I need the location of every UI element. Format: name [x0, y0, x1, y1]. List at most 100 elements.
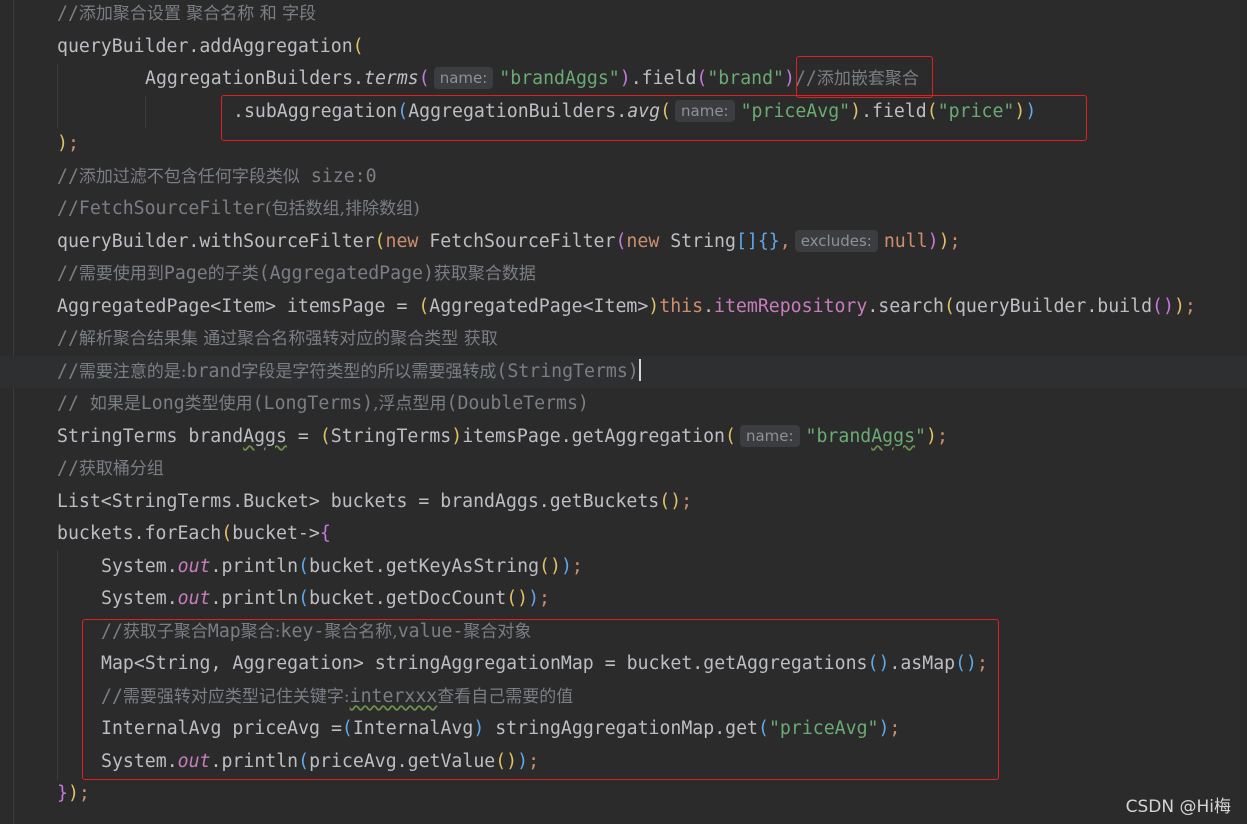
code-token: ;: [67, 133, 79, 154]
code-line[interactable]: //FetchSourceFilter(包括数组,排除数组): [0, 193, 1247, 225]
code-token: "brandAggs": [499, 68, 620, 89]
code-token: //: [57, 263, 79, 284]
code-token: Long: [140, 393, 185, 414]
code-token: 获取聚合数据: [433, 264, 536, 284]
code-token: (): [539, 555, 561, 577]
watermark: CSDN @Hi梅: [1125, 797, 1231, 817]
code-token: {: [319, 523, 331, 544]
code-line[interactable]: //需要使用到Page的子类(AggregatedPage)获取聚合数据: [0, 258, 1247, 290]
code-token: new: [626, 230, 671, 252]
code-line[interactable]: //添加聚合设置 聚合名称 和 字段: [0, 0, 1247, 30]
code-token: out: [177, 588, 211, 609]
code-token: .field: [630, 68, 697, 89]
code-token: //: [57, 328, 79, 349]
parameter-hint: excludes:: [794, 229, 878, 252]
code-line[interactable]: AggregationBuilders.terms(name: "brandAgg…: [0, 63, 1247, 95]
code-token: }: [57, 783, 68, 804]
code-token: System.: [101, 588, 178, 609]
code-line[interactable]: System.out.println(bucket.getDocCount())…: [0, 583, 1247, 615]
code-line[interactable]: // 如果是Long类型使用(LongTerms),浮点型用(DoubleTer…: [0, 388, 1247, 420]
code-token: (): [506, 588, 529, 609]
code-token: (包括数组,排除数组): [265, 199, 420, 219]
code-token: String: [670, 230, 736, 252]
code-token: 如果是: [89, 394, 141, 414]
code-token: ): [57, 133, 68, 154]
code-token: 的子类: [207, 264, 259, 284]
code-token: ;: [78, 783, 90, 804]
code-token: size:0: [299, 165, 377, 187]
code-token: ): [528, 588, 540, 609]
code-line[interactable]: AggregatedPage<Item> itemsPage = (Aggreg…: [0, 291, 1247, 323]
code-line[interactable]: StringTerms brandAggs = (StringTerms)ite…: [0, 421, 1247, 453]
code-token: (AggregatedPage): [258, 263, 434, 284]
code-token: ): [938, 230, 950, 252]
code-token: //: [57, 3, 79, 24]
code-token: ): [648, 295, 660, 317]
code-token: out: [177, 555, 211, 577]
code-token: (: [319, 425, 331, 447]
code-token: Aggs: [243, 425, 287, 447]
code-token: ): [67, 783, 79, 804]
code-line[interactable]: //获取桶分组: [0, 453, 1247, 485]
code-token: Aggs: [871, 425, 916, 447]
code-token: []{}: [735, 230, 780, 252]
code-token: null: [883, 230, 928, 252]
code-line[interactable]: });: [0, 778, 1247, 810]
code-token: itemsPage.getAggregation: [462, 425, 725, 447]
code-line[interactable]: buckets.forEach(bucket->{: [0, 518, 1247, 550]
code-line[interactable]: List<StringTerms.Bucket> buckets = brand…: [0, 486, 1247, 518]
code-token: (DoubleTerms): [446, 393, 589, 414]
code-token: //: [57, 360, 79, 382]
code-token: (: [615, 230, 627, 252]
code-token: ;: [681, 490, 693, 512]
code-token: (: [418, 295, 430, 317]
code-token: queryBuilder.build: [954, 295, 1153, 317]
code-line[interactable]: //需要注意的是:brand字段是字符类型的所以需要强转成(StringTerm…: [0, 355, 1247, 388]
parameter-hint: name:: [739, 424, 800, 447]
code-token: (StringTerms): [496, 360, 639, 382]
code-token: ): [926, 425, 937, 447]
text-caret: [638, 358, 641, 381]
code-token: (): [1152, 295, 1174, 317]
code-token: (LongTerms): [252, 393, 374, 414]
code-token: ): [1173, 295, 1185, 317]
code-token: "brand": [707, 68, 785, 89]
code-token: 添加过滤不包含任何字段类似: [78, 166, 300, 187]
code-token: 添加聚合设置 聚合名称 和 字段: [78, 4, 317, 24]
code-token: List<StringTerms.Bucket> buckets = brand…: [57, 490, 660, 512]
code-token: this: [659, 295, 704, 317]
code-token: 获取桶分组: [78, 459, 164, 479]
code-token: (: [943, 295, 955, 317]
code-token: //: [57, 458, 79, 479]
code-token: (: [696, 68, 708, 89]
code-token: FetchSourceFilter: [429, 230, 616, 252]
code-token: //: [57, 393, 90, 414]
code-token: new: [385, 230, 430, 252]
code-token: .search: [867, 295, 944, 317]
code-line[interactable]: System.out.println(bucket.getKeyAsString…: [0, 551, 1247, 583]
code-line[interactable]: queryBuilder.addAggregation(: [0, 31, 1247, 63]
code-editor[interactable]: //添加聚合设置 聚合名称 和 字段 queryBuilder.addAggreg…: [0, 0, 1247, 824]
code-token: ": [915, 425, 926, 447]
highlight-box-nested-aggregation-comment: [796, 56, 933, 98]
code-token: ,浮点型用: [373, 394, 447, 414]
code-token: Page: [163, 263, 208, 284]
code-token: .println: [210, 555, 299, 577]
code-token: .: [703, 295, 715, 317]
code-token: StringTerms: [330, 425, 452, 447]
code-token: 解析聚合结果集 通过聚合名称强转对应的聚合类型 获取: [78, 329, 498, 349]
code-line[interactable]: //添加过滤不包含任何字段类似 size:0: [0, 161, 1247, 193]
code-token: 字段是字符类型的所以需要强转成: [241, 361, 497, 382]
code-line[interactable]: queryBuilder.withSourceFilter(new FetchS…: [0, 226, 1247, 258]
code-line[interactable]: //解析聚合结果集 通过聚合名称强转对应的聚合类型 获取: [0, 323, 1247, 355]
code-token: //: [57, 165, 79, 187]
code-token: buckets.forEach: [57, 523, 222, 544]
highlight-box-sub-aggregation-usage: [82, 619, 999, 780]
code-token: ;: [1184, 295, 1196, 317]
code-token: AggregationBuilders.: [145, 68, 364, 89]
code-token: ;: [949, 230, 961, 252]
code-token: 需要注意的是:: [78, 361, 187, 382]
code-token: .println: [210, 588, 299, 609]
code-token: 需要使用到: [78, 264, 164, 284]
code-token: itemRepository: [714, 295, 868, 317]
